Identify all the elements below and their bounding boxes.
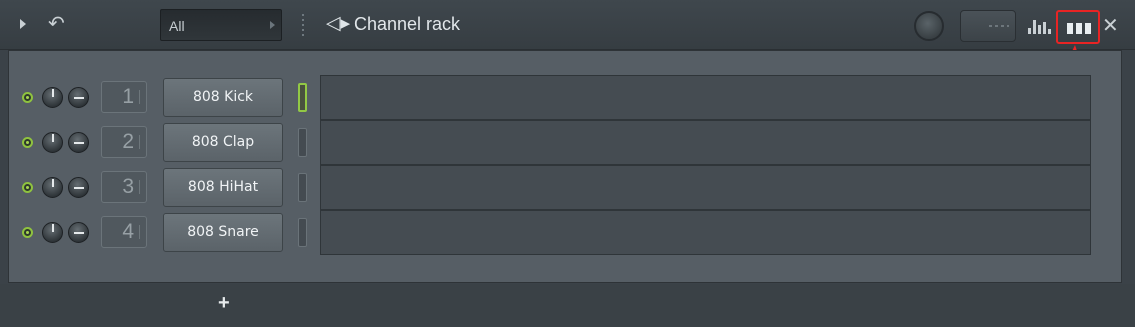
channel-rack-footer <box>0 284 1135 327</box>
channel-select-toggle[interactable] <box>298 128 307 157</box>
channel-select-toggle[interactable] <box>298 173 307 202</box>
volume-knob[interactable] <box>68 132 89 153</box>
pan-knob[interactable] <box>42 177 63 198</box>
channel-row: 2 808 Clap <box>0 120 1135 165</box>
chevron-right-icon <box>270 21 275 29</box>
speaker-icon[interactable]: ◁▸ <box>326 12 350 34</box>
pan-knob[interactable] <box>42 132 63 153</box>
titlebar: ↶ All ◁▸ Channel rack ✕ <box>0 0 1135 50</box>
mute-led[interactable] <box>22 182 33 193</box>
pattern-length-display[interactable] <box>960 10 1016 42</box>
mixer-track-number: 4 <box>122 220 134 243</box>
spinner-icon <box>139 135 143 149</box>
add-channel-button[interactable]: + <box>218 292 230 315</box>
spinner-icon <box>139 90 143 104</box>
channel-select-toggle[interactable] <box>298 218 307 247</box>
mute-led[interactable] <box>22 137 33 148</box>
close-icon[interactable]: ✕ <box>1102 13 1119 37</box>
channel-row: 3 808 HiHat <box>0 165 1135 210</box>
mixer-track-selector[interactable]: 4 <box>101 216 147 248</box>
filter-value: All <box>169 18 185 34</box>
spinner-icon <box>139 225 143 239</box>
channel-name-button[interactable]: 808 Clap <box>163 123 283 162</box>
step-sequencer-icon[interactable] <box>1056 10 1100 44</box>
channel-row: 4 808 Snare <box>0 210 1135 255</box>
play-icon[interactable] <box>20 19 26 29</box>
step-lane[interactable] <box>320 120 1091 165</box>
mute-led[interactable] <box>22 92 33 103</box>
channel-name-button[interactable]: 808 Kick <box>163 78 283 117</box>
volume-knob[interactable] <box>68 222 89 243</box>
drag-grip-icon[interactable] <box>302 14 304 36</box>
channel-name-button[interactable]: 808 Snare <box>163 213 283 252</box>
channel-name-button[interactable]: 808 HiHat <box>163 168 283 207</box>
mute-led[interactable] <box>22 227 33 238</box>
pan-knob[interactable] <box>42 222 63 243</box>
mixer-track-number: 3 <box>122 175 134 198</box>
step-lane[interactable] <box>320 165 1091 210</box>
swing-knob[interactable] <box>914 11 944 41</box>
step-lane[interactable] <box>320 210 1091 255</box>
channel-row: 1 808 Kick <box>0 75 1135 120</box>
volume-knob[interactable] <box>68 87 89 108</box>
pan-knob[interactable] <box>42 87 63 108</box>
volume-knob[interactable] <box>68 177 89 198</box>
channel-filter-select[interactable]: All <box>160 9 282 41</box>
mixer-track-selector[interactable]: 2 <box>101 126 147 158</box>
undo-icon[interactable]: ↶ <box>48 11 65 35</box>
mixer-track-number: 1 <box>122 85 134 108</box>
mixer-track-selector[interactable]: 1 <box>101 81 147 113</box>
spinner-icon <box>139 180 143 194</box>
mixer-track-selector[interactable]: 3 <box>101 171 147 203</box>
channel-select-toggle[interactable] <box>298 83 307 112</box>
dash-indicator <box>989 25 1009 27</box>
window-title: Channel rack <box>354 14 461 34</box>
step-lane[interactable] <box>320 75 1091 120</box>
mixer-track-number: 2 <box>122 130 134 153</box>
graph-editor-icon[interactable] <box>1026 16 1052 34</box>
